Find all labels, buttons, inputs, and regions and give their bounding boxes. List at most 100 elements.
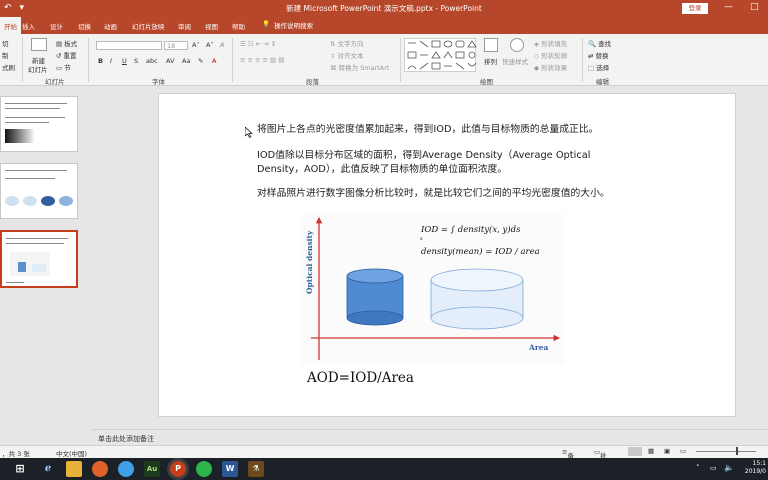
firefox-icon[interactable]	[92, 461, 108, 477]
y-axis-label: Optical density	[305, 230, 314, 294]
tab-home[interactable]: 开始	[0, 17, 21, 34]
arrange-button[interactable]: 排列	[484, 56, 497, 66]
normal-view-button[interactable]	[628, 447, 642, 456]
tab-animations[interactable]: 动画	[104, 21, 117, 31]
thumb-cylinder	[32, 264, 46, 272]
bold-button[interactable]: B	[98, 57, 103, 65]
notes-placeholder[interactable]: 单击此处添加备注	[92, 429, 768, 445]
zoom-slider-thumb[interactable]	[736, 447, 738, 455]
font-color-icon[interactable]: A	[212, 57, 216, 65]
slide-paragraph-3[interactable]: 对样品照片进行数字图像分析比较时，就是比较它们之间的平均光密度值的大小。	[257, 187, 637, 201]
browser-icon[interactable]	[118, 461, 134, 477]
underline-button[interactable]: U	[122, 57, 127, 65]
small-dark-cylinder	[346, 268, 404, 326]
arrange-icon[interactable]	[484, 38, 498, 52]
sorter-view-icon[interactable]: ▦	[648, 447, 654, 455]
find-button[interactable]: 🔍 查找	[588, 38, 611, 48]
shape-outline-button[interactable]: ◇ 形状轮廓	[534, 50, 567, 60]
grow-font-icon[interactable]: A˄	[192, 41, 200, 49]
windows-start-icon[interactable]: ⊞	[12, 461, 28, 477]
comments-toggle[interactable]: ▭ 批注	[594, 448, 607, 470]
shrink-font-icon[interactable]: A˅	[206, 41, 214, 49]
cut-button[interactable]: 切	[2, 38, 9, 48]
shape-fill-button[interactable]: ◈ 形状填充	[534, 38, 567, 48]
file-explorer-icon[interactable]	[66, 461, 82, 477]
login-button[interactable]: 登录	[682, 3, 708, 14]
thumb-gradient-image	[5, 129, 35, 143]
slide-count: ，共 3 张	[2, 450, 30, 458]
tab-slideshow[interactable]: 幻灯片放映	[132, 21, 165, 31]
system-clock[interactable]: 15:1 2019/0	[742, 460, 766, 476]
shape-outline-label: 形状轮廓	[541, 52, 568, 60]
language-indicator[interactable]: 中文(中国)	[56, 448, 87, 458]
powerpoint-icon[interactable]: P	[170, 461, 186, 477]
slide[interactable]: 将图片上各点的光密度值累加起来，得到IOD，此值与目标物质的总量成正比。 IOD…	[158, 93, 736, 417]
tab-design[interactable]: 设计	[50, 21, 63, 31]
change-case-icon[interactable]: Aa	[182, 57, 190, 65]
word-icon[interactable]: W	[222, 461, 238, 477]
reading-view-icon[interactable]: ▣	[664, 447, 670, 455]
quick-styles-button[interactable]: 快速样式	[502, 56, 528, 66]
shapes-icon	[407, 40, 477, 70]
wechat-icon[interactable]	[196, 461, 212, 477]
iod-formula-subscript: s	[420, 236, 423, 242]
tray-chevron-icon[interactable]: ˄	[696, 464, 700, 472]
window-title: 新建 Microsoft PowerPoint 演示文稿.pptx - Powe…	[286, 4, 482, 13]
section-button[interactable]: ▭ 节	[56, 62, 71, 72]
slide-thumbnail-3[interactable]	[0, 230, 78, 288]
highlight-icon[interactable]: ✎	[198, 57, 203, 65]
slide-paragraph-1[interactable]: 将图片上各点的光密度值累加起来，得到IOD，此值与目标物质的总量成正比。	[257, 123, 637, 137]
quick-styles-icon[interactable]	[510, 38, 524, 52]
notes-toggle[interactable]: ≡ 备注	[562, 448, 574, 470]
volume-icon[interactable]: 🔈	[724, 463, 734, 472]
italic-button[interactable]: I	[110, 57, 112, 65]
shadow-button[interactable]: S	[134, 57, 138, 65]
audition-icon[interactable]: Au	[144, 461, 160, 477]
reset-button[interactable]: ↺ 重置	[56, 50, 77, 60]
font-size-value: 18	[167, 42, 176, 50]
font-group-label: 字体	[152, 78, 165, 86]
thumb-text-line	[5, 170, 67, 171]
slide-thumbnail-1[interactable]	[0, 96, 78, 152]
maximize-button[interactable]: □	[750, 2, 759, 12]
align-text-button[interactable]: ⇳ 对齐文本	[330, 50, 364, 60]
slideshow-view-icon[interactable]: ▭	[680, 447, 686, 455]
density-figure[interactable]: Optical density Area IOD = ∫ density(x, …	[301, 214, 565, 364]
thumb-ellipse	[59, 196, 73, 206]
network-icon[interactable]: ▭	[710, 464, 717, 472]
font-size-combo[interactable]: 18	[164, 41, 188, 50]
font-name-combo[interactable]	[96, 41, 162, 50]
slide-thumbnail-2[interactable]	[0, 163, 78, 219]
align-icons[interactable]: ≡ ≡ ≡ ≡ ▥ ▤	[240, 56, 284, 64]
tab-insert[interactable]: 插入	[22, 21, 35, 31]
strikethrough-button[interactable]: abc	[146, 57, 158, 65]
new-slide-label-2[interactable]: 幻灯片	[28, 64, 48, 74]
smartart-button[interactable]: ⌘ 转换为 SmartArt	[330, 62, 389, 72]
tab-view[interactable]: 视图	[205, 21, 218, 31]
tab-help[interactable]: 帮助	[232, 21, 245, 31]
bullets-icon[interactable]: ☰ ☷ ⇤ ⇥ ↕	[240, 40, 276, 48]
replace-button[interactable]: ⇄ 替换	[588, 50, 609, 60]
aod-formula-text[interactable]: AOD=IOD/Area	[307, 370, 414, 386]
reset-label: 重置	[63, 52, 77, 60]
char-spacing-icon[interactable]: AV	[166, 57, 174, 65]
edge-legacy-icon[interactable]: ℯ	[40, 461, 56, 477]
copy-button[interactable]: 制	[2, 50, 9, 60]
app-icon[interactable]: ⚗	[248, 461, 264, 477]
tell-me-search[interactable]: 💡 操作说明搜索	[262, 20, 313, 30]
shape-effects-button[interactable]: ◆ 形状效果	[534, 62, 567, 72]
clear-format-icon[interactable]: A̸	[220, 41, 224, 49]
thumb-ellipse	[23, 196, 37, 206]
editing-group-label: 编辑	[596, 78, 609, 86]
shapes-gallery[interactable]	[404, 38, 477, 72]
text-direction-button[interactable]: ⇅ 文字方向	[330, 38, 364, 48]
tab-transitions[interactable]: 切换	[78, 21, 91, 31]
layout-button[interactable]: ▤ 板式	[56, 38, 77, 48]
minimize-button[interactable]: —	[724, 2, 733, 12]
select-button[interactable]: ⬚ 选择	[588, 62, 609, 72]
new-slide-icon[interactable]	[31, 38, 47, 51]
tab-review[interactable]: 审阅	[178, 21, 191, 31]
format-painter-button[interactable]: 式刷	[2, 62, 15, 72]
zoom-slider[interactable]	[696, 451, 756, 452]
slide-paragraph-2[interactable]: IOD值除以目标分布区域的面积，得到Average Density（Averag…	[257, 149, 637, 176]
